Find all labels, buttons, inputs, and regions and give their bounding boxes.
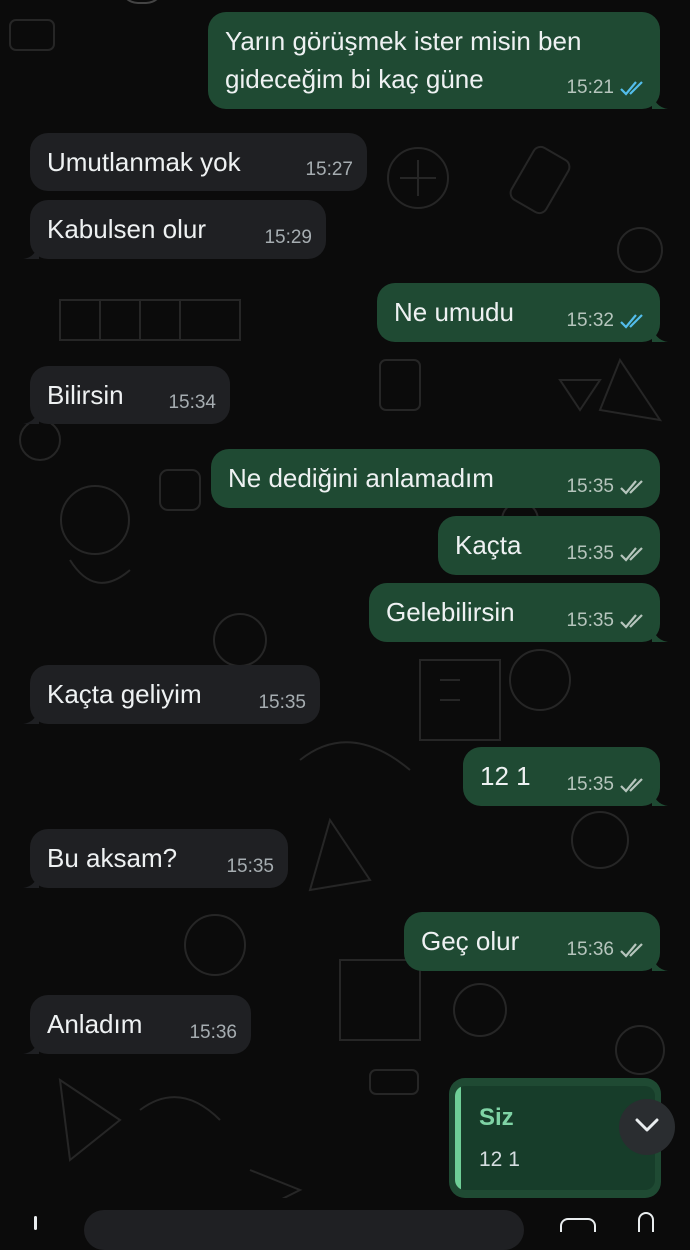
bubble-tail xyxy=(652,788,668,806)
bubble-tail xyxy=(652,953,668,971)
bubble-tail xyxy=(23,870,39,888)
double-check-gray-icon xyxy=(620,942,646,958)
message-bubble-outgoing[interactable]: 12 1 15:35 xyxy=(463,747,668,806)
message-time: 15:36 xyxy=(566,939,614,960)
double-check-gray-icon xyxy=(620,777,646,793)
message-text: 12 1 xyxy=(480,761,531,791)
bubble-tail xyxy=(23,706,39,724)
message-text: Kabulsen olur xyxy=(47,214,206,244)
mic-icon[interactable] xyxy=(638,1212,654,1232)
bubble-tail xyxy=(652,624,668,642)
message-time: 15:35 xyxy=(226,856,274,877)
message-meta: 15:36 xyxy=(189,1022,237,1044)
reply-author: Siz xyxy=(479,1104,514,1131)
bubble-tail xyxy=(652,91,668,109)
message-time: 15:35 xyxy=(566,610,614,631)
message-text: Kaçta xyxy=(455,530,522,560)
message-text: Gelebilirsin xyxy=(386,597,515,627)
bubble-tail xyxy=(23,1036,39,1054)
double-check-gray-icon xyxy=(620,546,646,562)
message-meta: 15:35 xyxy=(258,692,306,714)
message-meta: 15:34 xyxy=(168,392,216,414)
message-text: Umutlanmak yok xyxy=(47,147,241,177)
message-time: 15:34 xyxy=(168,392,216,413)
message-meta: 15:35 xyxy=(566,543,646,565)
message-meta: 15:27 xyxy=(305,159,353,181)
message-bubble-incoming[interactable]: Umutlanmak yok 15:27 xyxy=(30,133,367,191)
message-text: Yarın görüşmek ister misin ben gideceğim… xyxy=(225,26,582,94)
message-meta: 15:29 xyxy=(264,227,312,249)
message-meta: 15:35 xyxy=(566,476,646,498)
bubble-tail xyxy=(23,406,39,424)
message-bubble-incoming[interactable]: Anladım 15:36 xyxy=(23,995,251,1054)
message-bubble-incoming[interactable]: Kaçta geliyim 15:35 xyxy=(23,665,320,724)
message-bubble-incoming[interactable]: Bu aksam? 15:35 xyxy=(23,829,288,888)
message-list[interactable]: Yarın görüşmek ister misin ben gideceğim… xyxy=(0,0,690,1229)
message-text: Geç olur xyxy=(421,926,520,956)
message-time: 15:21 xyxy=(566,77,614,98)
message-text: Anladım xyxy=(47,1009,143,1039)
message-time: 15:35 xyxy=(258,692,306,713)
double-check-blue-icon xyxy=(620,313,646,329)
message-meta: 15:36 xyxy=(566,939,646,961)
reply-accent-bar xyxy=(455,1086,461,1190)
message-text: Kaçta geliyim xyxy=(47,679,202,709)
message-meta: 15:32 xyxy=(566,310,646,332)
message-time: 15:32 xyxy=(566,310,614,331)
message-text: Ne dediğini anlamadım xyxy=(228,463,494,493)
message-time: 15:36 xyxy=(189,1022,237,1043)
message-bubble-outgoing[interactable]: Ne dediğini anlamadım 15:35 xyxy=(211,449,660,508)
message-input[interactable] xyxy=(84,1210,524,1250)
message-time: 15:29 xyxy=(264,227,312,248)
message-meta: 15:35 xyxy=(226,856,274,878)
message-bubble-incoming[interactable]: Bilirsin 15:34 xyxy=(23,366,230,424)
message-bubble-outgoing[interactable]: Ne umudu 15:32 xyxy=(377,283,668,342)
chevron-down-icon xyxy=(634,1117,660,1138)
message-meta: 15:35 xyxy=(566,610,646,632)
message-time: 15:35 xyxy=(566,476,614,497)
message-text: Bilirsin xyxy=(47,380,124,410)
plus-icon[interactable] xyxy=(34,1216,37,1230)
scroll-to-bottom-button[interactable] xyxy=(619,1099,675,1155)
double-check-gray-icon xyxy=(620,613,646,629)
reply-quoted-text: 12 1 xyxy=(479,1148,520,1171)
message-bubble-outgoing[interactable]: Yarın görüşmek ister misin ben gideceğim… xyxy=(208,12,668,109)
message-text: Ne umudu xyxy=(394,297,514,327)
message-meta: 15:21 xyxy=(566,77,646,99)
double-check-blue-icon xyxy=(620,80,646,96)
message-bubble-incoming[interactable]: Kabulsen olur 15:29 xyxy=(23,200,326,259)
camera-icon[interactable] xyxy=(560,1218,596,1232)
message-text: Bu aksam? xyxy=(47,843,178,873)
bubble-tail xyxy=(23,241,39,259)
message-time: 15:35 xyxy=(566,774,614,795)
message-bubble-outgoing[interactable]: Kaçta 15:35 xyxy=(438,516,660,575)
double-check-gray-icon xyxy=(620,479,646,495)
bubble-tail xyxy=(652,324,668,342)
message-bubble-outgoing[interactable]: Geç olur 15:36 xyxy=(404,912,668,971)
message-time: 15:35 xyxy=(566,543,614,564)
message-meta: 15:35 xyxy=(566,774,646,796)
message-time: 15:27 xyxy=(305,159,353,180)
message-bubble-outgoing[interactable]: Gelebilirsin 15:35 xyxy=(369,583,668,642)
